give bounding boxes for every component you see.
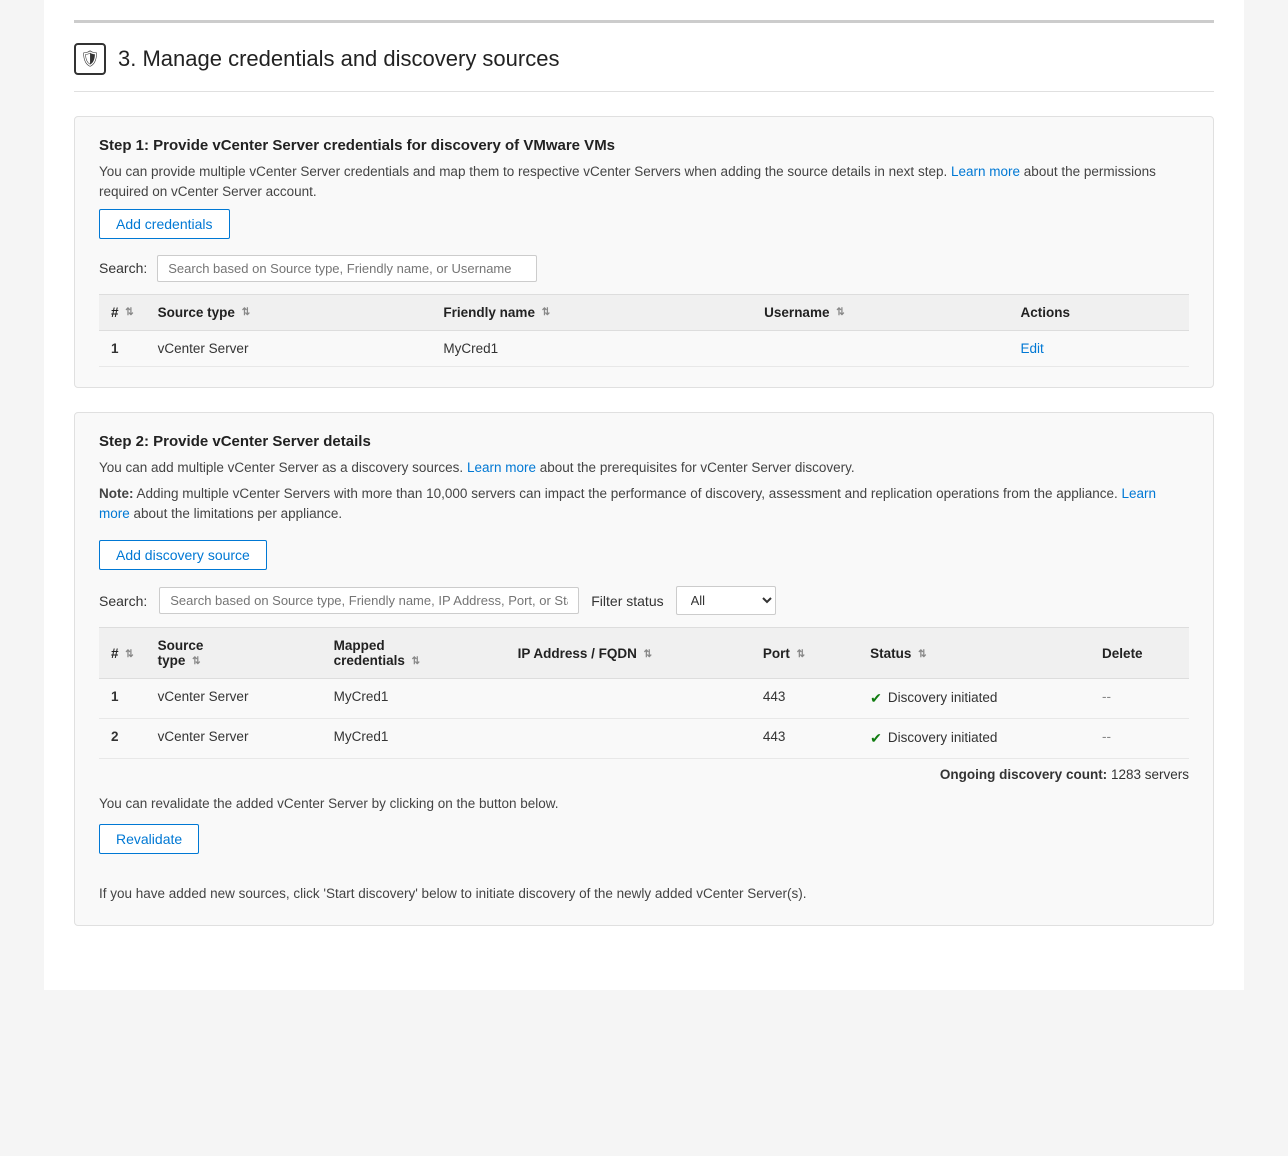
col-source-type: Source type ⇅ xyxy=(146,294,432,330)
step1-learn-more-link[interactable]: Learn more xyxy=(951,164,1020,179)
sort-icon-num[interactable]: ⇅ xyxy=(125,307,133,318)
cell-ip-fqdn xyxy=(506,679,751,719)
sort-icon-source-type[interactable]: ⇅ xyxy=(242,307,250,318)
cell-source-type: vCenter Server xyxy=(146,719,322,759)
status-text: Discovery initiated xyxy=(888,689,998,708)
cell-port: 443 xyxy=(751,679,858,719)
step2-table: # ⇅ Sourcetype ⇅ Mappedcredentials ⇅ IP … xyxy=(99,627,1189,759)
add-credentials-button[interactable]: Add credentials xyxy=(99,209,230,239)
sort-icon2-ip-fqdn[interactable]: ⇅ xyxy=(644,649,652,660)
step2-search-filter-row: Search: Filter status All xyxy=(99,586,1189,615)
cell-port: 443 xyxy=(751,719,858,759)
cell-status: ✔ Discovery initiated xyxy=(858,719,1090,759)
table-row: 2 vCenter Server MyCred1 443 ✔ Discovery… xyxy=(99,719,1189,759)
table-row: 1 vCenter Server MyCred1 Edit xyxy=(99,330,1189,366)
cell-ip-fqdn xyxy=(506,719,751,759)
step1-table-header: # ⇅ Source type ⇅ Friendly name ⇅ Userna… xyxy=(99,294,1189,330)
step2-title: Step 2: Provide vCenter Server details xyxy=(99,433,1189,450)
step2-section: Step 2: Provide vCenter Server details Y… xyxy=(74,412,1214,926)
delete-placeholder: -- xyxy=(1102,689,1111,704)
filter-status-select[interactable]: All xyxy=(676,586,776,615)
step2-note: Note: Adding multiple vCenter Servers wi… xyxy=(99,484,1189,525)
col2-port: Port ⇅ xyxy=(751,628,858,679)
sort-icon-username[interactable]: ⇅ xyxy=(836,307,844,318)
cell-status: ✔ Discovery initiated xyxy=(858,679,1090,719)
cell-num: 2 xyxy=(99,719,146,759)
shield-icon: 🛡 xyxy=(74,43,106,75)
cell-delete: -- xyxy=(1090,719,1189,759)
cell-num: 1 xyxy=(99,330,146,366)
col2-delete: Delete xyxy=(1090,628,1189,679)
step1-search-label: Search: xyxy=(99,260,147,276)
step2-desc1: You can add multiple vCenter Server as a… xyxy=(99,458,1189,478)
cell-friendly-name: MyCred1 xyxy=(431,330,752,366)
cell-action: Edit xyxy=(1009,330,1189,366)
add-discovery-source-button[interactable]: Add discovery source xyxy=(99,540,267,570)
delete-placeholder: -- xyxy=(1102,729,1111,744)
col-num: # ⇅ xyxy=(99,294,146,330)
col2-ip-fqdn: IP Address / FQDN ⇅ xyxy=(506,628,751,679)
step1-title: Step 1: Provide vCenter Server credentia… xyxy=(99,137,1189,154)
sort-icon2-status[interactable]: ⇅ xyxy=(918,649,926,660)
step2-table-header: # ⇅ Sourcetype ⇅ Mappedcredentials ⇅ IP … xyxy=(99,628,1189,679)
col2-mapped-creds: Mappedcredentials ⇅ xyxy=(322,628,506,679)
step2-learn-more1-link[interactable]: Learn more xyxy=(467,460,536,475)
revalidate-section: You can revalidate the added vCenter Ser… xyxy=(99,794,1189,905)
revalidate-button[interactable]: Revalidate xyxy=(99,824,199,854)
col-username: Username ⇅ xyxy=(752,294,1008,330)
page-title: 3. Manage credentials and discovery sour… xyxy=(118,46,559,72)
bottom-note-text: If you have added new sources, click 'St… xyxy=(99,884,1189,904)
cell-username xyxy=(752,330,1008,366)
status-text: Discovery initiated xyxy=(888,729,998,748)
cell-source-type: vCenter Server xyxy=(146,679,322,719)
step2-table-body: 1 vCenter Server MyCred1 443 ✔ Discovery… xyxy=(99,679,1189,759)
sort-icon2-port[interactable]: ⇅ xyxy=(797,649,805,660)
col2-source-type: Sourcetype ⇅ xyxy=(146,628,322,679)
cell-source-type: vCenter Server xyxy=(146,330,432,366)
col-friendly-name: Friendly name ⇅ xyxy=(431,294,752,330)
cell-mapped-creds: MyCred1 xyxy=(322,719,506,759)
status-check-icon: ✔ xyxy=(870,730,882,747)
top-border xyxy=(74,20,1214,23)
step1-search-row: Search: xyxy=(99,255,1189,282)
col2-num: # ⇅ xyxy=(99,628,146,679)
table-row: 1 vCenter Server MyCred1 443 ✔ Discovery… xyxy=(99,679,1189,719)
step1-table: # ⇅ Source type ⇅ Friendly name ⇅ Userna… xyxy=(99,294,1189,367)
step1-section: Step 1: Provide vCenter Server credentia… xyxy=(74,116,1214,388)
sort-icon2-num[interactable]: ⇅ xyxy=(125,649,133,660)
sort-icon-friendly-name[interactable]: ⇅ xyxy=(542,307,550,318)
step1-search-input[interactable] xyxy=(157,255,537,282)
edit-link[interactable]: Edit xyxy=(1021,341,1044,356)
status-check-icon: ✔ xyxy=(870,690,882,707)
cell-mapped-creds: MyCred1 xyxy=(322,679,506,719)
page-header: 🛡 3. Manage credentials and discovery so… xyxy=(74,43,1214,92)
filter-status-label: Filter status xyxy=(591,593,663,609)
col2-status: Status ⇅ xyxy=(858,628,1090,679)
sort-icon2-mapped-creds[interactable]: ⇅ xyxy=(412,656,420,667)
discovery-count-label: Ongoing discovery count: 1283 servers xyxy=(940,767,1189,782)
revalidate-info-text: You can revalidate the added vCenter Ser… xyxy=(99,794,1189,814)
step2-search-label: Search: xyxy=(99,593,147,609)
sort-icon2-source-type[interactable]: ⇅ xyxy=(192,656,200,667)
step2-search-input[interactable] xyxy=(159,587,579,614)
col-actions: Actions xyxy=(1009,294,1189,330)
cell-delete: -- xyxy=(1090,679,1189,719)
discovery-count-row: Ongoing discovery count: 1283 servers xyxy=(99,767,1189,782)
step1-table-body: 1 vCenter Server MyCred1 Edit xyxy=(99,330,1189,366)
step1-description: You can provide multiple vCenter Server … xyxy=(99,162,1189,203)
cell-num: 1 xyxy=(99,679,146,719)
